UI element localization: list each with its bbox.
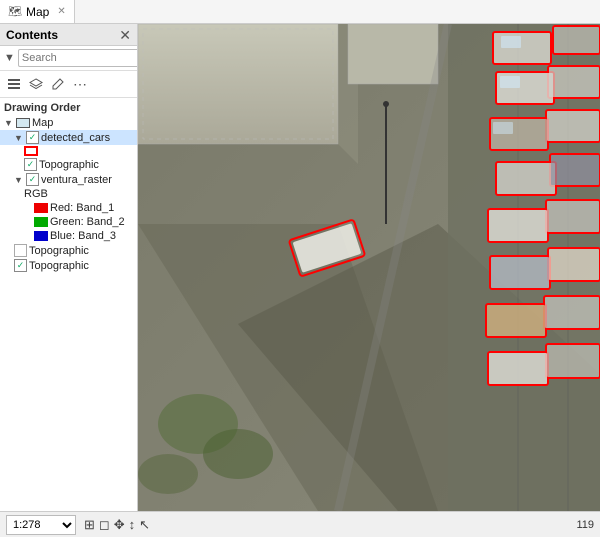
tab-bar: 🗺 Map ✕: [0, 0, 600, 24]
ventura-raster-label: ventura_raster: [41, 174, 112, 186]
topographic1-label: Topographic: [39, 159, 99, 171]
contents-body: Drawing Order ▼ Map ▼ ✓ detected_cars ✓ …: [0, 98, 137, 511]
green-band-label: Green: Band_2: [50, 216, 125, 228]
green-swatch: [34, 217, 48, 227]
contents-toolbar: ⋯: [0, 71, 137, 98]
tab-map[interactable]: 🗺 Map ✕: [0, 0, 75, 23]
search-input[interactable]: [18, 49, 138, 67]
checkbox-topographic3[interactable]: ✓: [14, 259, 27, 272]
feature-count: 119: [576, 519, 594, 531]
tree-item-detected-cars[interactable]: ▼ ✓ detected_cars: [0, 130, 137, 145]
tree-item-rgb: RGB: [0, 187, 137, 201]
panel-title: Contents: [6, 28, 58, 42]
expand-icon-dc: ▼: [14, 133, 24, 143]
tab-map-label: Map: [26, 5, 49, 19]
map-svg: [138, 24, 600, 511]
cursor-tool-button[interactable]: ↖: [139, 517, 150, 533]
expand-icon-vr: ▼: [14, 175, 24, 185]
more-button[interactable]: ⋯: [70, 74, 90, 94]
tree-item-blue-band: Blue: Band_3: [0, 229, 137, 243]
blue-band-label: Blue: Band_3: [50, 230, 116, 242]
select-tool-button[interactable]: ◻: [99, 517, 110, 533]
zoom-extent-button[interactable]: ⊞: [84, 517, 95, 533]
search-bar: ▼: [0, 46, 137, 71]
panel-header: Contents ✕: [0, 24, 137, 46]
contents-panel: Contents ✕ ▼ ⋯ Drawing Order: [0, 24, 138, 511]
topographic3-label: Topographic: [29, 260, 89, 272]
checkbox-ventura-raster[interactable]: ✓: [26, 173, 39, 186]
status-bar: 1:278 ⊞ ◻ ✥ ↕ ↖ 119: [0, 511, 600, 537]
main-area: Contents ✕ ▼ ⋯ Drawing Order: [0, 24, 600, 511]
navigate-button[interactable]: ↕: [129, 517, 136, 532]
tree-item-ventura-raster[interactable]: ▼ ✓ ventura_raster: [0, 172, 137, 187]
list-view-button[interactable]: [4, 74, 24, 94]
dc-swatch-icon: [24, 146, 38, 156]
checkbox-detected-cars[interactable]: ✓: [26, 131, 39, 144]
tab-close-button[interactable]: ✕: [57, 6, 65, 17]
panel-close-button[interactable]: ✕: [119, 28, 131, 42]
rgb-label: RGB: [24, 188, 48, 200]
tree-item-topographic1[interactable]: ✓ Topographic: [0, 157, 137, 172]
map-view[interactable]: [138, 24, 600, 511]
tree-item-green-band: Green: Band_2: [0, 215, 137, 229]
edit-button[interactable]: [48, 74, 68, 94]
checkbox-topographic1[interactable]: ✓: [24, 158, 37, 171]
checkbox-topographic2[interactable]: ⬜: [14, 244, 27, 257]
red-band-label: Red: Band_1: [50, 202, 114, 214]
detected-cars-label: detected_cars: [41, 132, 110, 144]
status-tools: ⊞ ◻ ✥ ↕ ↖: [84, 517, 150, 533]
red-swatch: [34, 203, 48, 213]
pan-tool-button[interactable]: ✥: [114, 517, 125, 533]
blue-swatch: [34, 231, 48, 241]
scale-select[interactable]: 1:278: [6, 515, 76, 535]
tree-item-dc-swatch: [0, 145, 137, 157]
map-tab-icon: 🗺: [8, 5, 22, 18]
layers-button[interactable]: [26, 74, 46, 94]
tree-item-red-band: Red: Band_1: [0, 201, 137, 215]
filter-icon: ▼: [4, 52, 15, 64]
tree-item-topographic2[interactable]: ⬜ Topographic: [0, 243, 137, 258]
map-label: Map: [32, 117, 53, 129]
drawing-order-label: Drawing Order: [0, 100, 137, 116]
map-layer-icon: [16, 118, 30, 128]
tree-item-map[interactable]: ▼ Map: [0, 116, 137, 130]
expand-icon: ▼: [4, 118, 14, 128]
tree-item-topographic3[interactable]: ✓ Topographic: [0, 258, 137, 273]
topographic2-label: Topographic: [29, 245, 89, 257]
